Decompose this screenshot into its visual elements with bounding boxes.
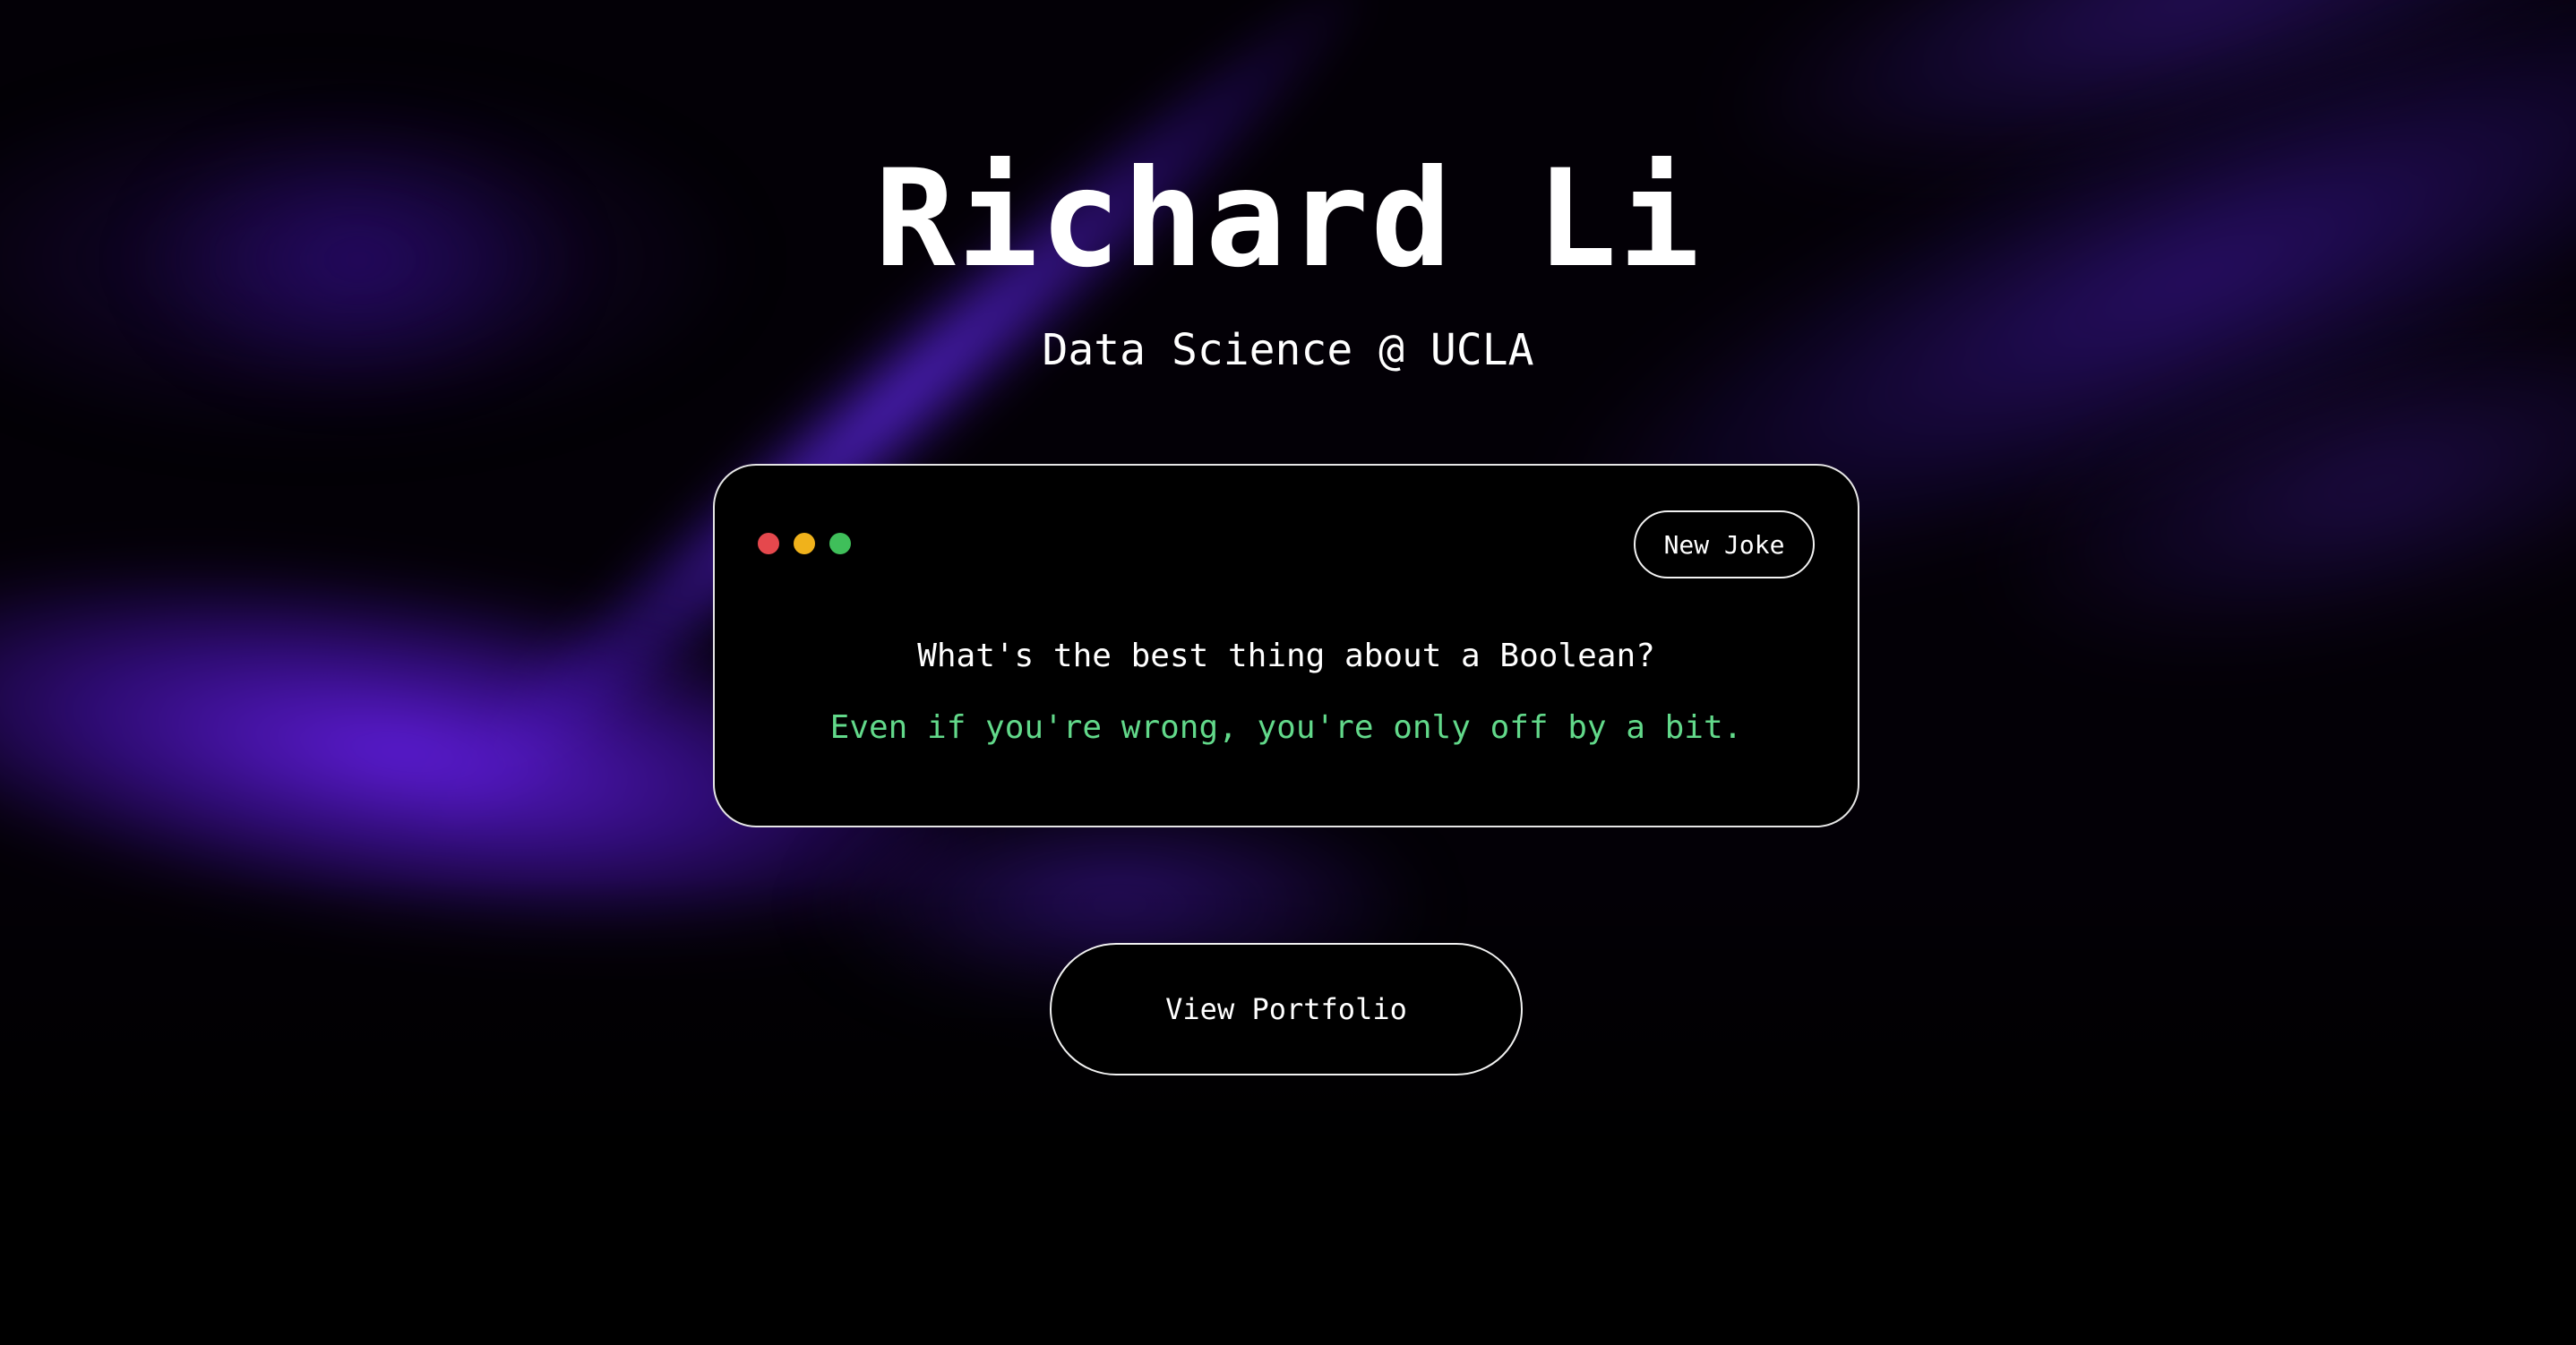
joke-question: What's the best thing about a Boolean? xyxy=(917,638,1655,674)
close-dot-icon xyxy=(758,533,779,554)
joke-answer: Even if you're wrong, you're only off by… xyxy=(829,709,1743,746)
maximize-dot-icon xyxy=(829,533,851,554)
window-controls xyxy=(758,533,851,554)
joke-terminal-card: New Joke What's the best thing about a B… xyxy=(713,464,1859,827)
view-portfolio-button[interactable]: View Portfolio xyxy=(1050,943,1523,1075)
page-subtitle: Data Science @ UCLA xyxy=(1042,325,1534,375)
page-title: Richard Li xyxy=(874,141,1702,297)
hero-section: Richard Li Data Science @ UCLA New Joke … xyxy=(0,0,2576,1345)
minimize-dot-icon xyxy=(794,533,815,554)
new-joke-button[interactable]: New Joke xyxy=(1634,510,1815,578)
